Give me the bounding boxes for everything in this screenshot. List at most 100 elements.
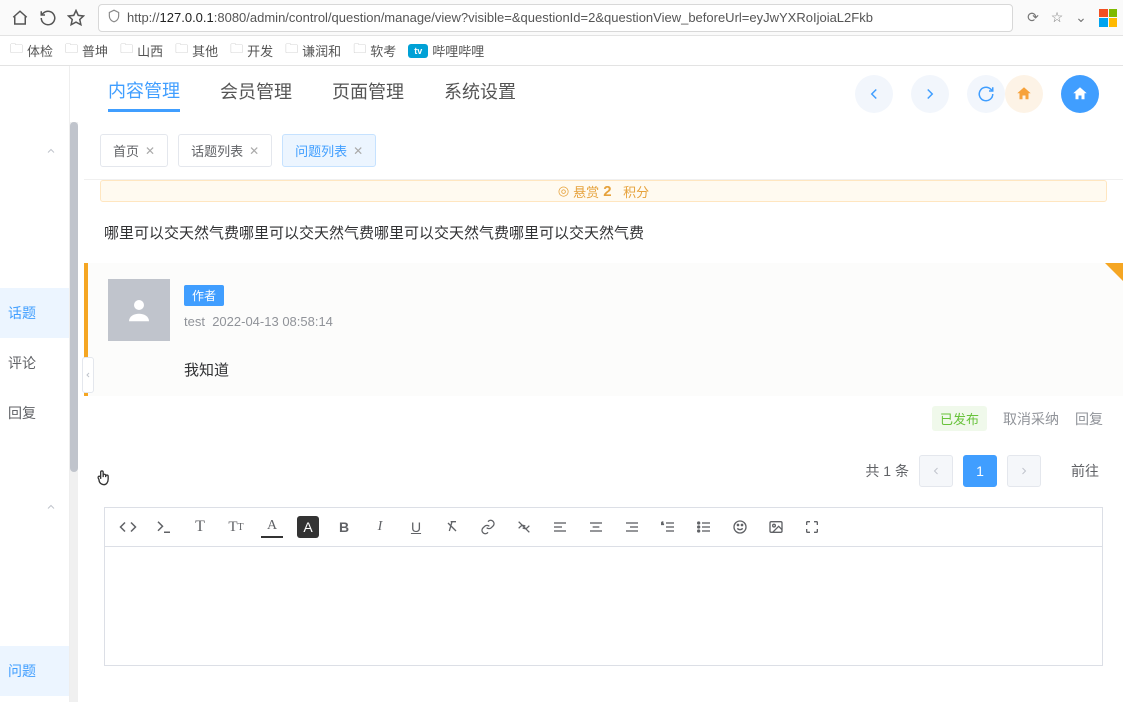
folder-icon: 🗀 [120,40,133,62]
url-host: 127.0.0.1 [160,10,214,25]
bookmark-item[interactable]: 🗀普坤 [65,40,108,62]
bookmark-bilibili[interactable]: tv哔哩哔哩 [408,41,484,60]
view-tab-topic-list[interactable]: 话题列表✕ [178,134,272,167]
main-pane: 内容管理 会员管理 页面管理 系统设置 首页✕ 话题列表✕ 问题列表✕ ◎ [70,66,1123,702]
sidebar-item-question[interactable]: 问题 [0,646,69,696]
link-icon[interactable] [477,516,499,538]
reward-suffix: 积分 [623,182,649,201]
close-icon[interactable]: ✕ [145,144,155,158]
home-icon[interactable] [6,4,34,32]
zoom-icon[interactable]: ⟳ [1021,9,1045,26]
nav-back-button[interactable] [855,75,893,113]
side-rail: 话题 评论 回复 问题 [0,66,70,702]
folder-icon: 🗀 [175,40,188,62]
primary-nav: 内容管理 会员管理 页面管理 系统设置 [84,66,1123,122]
folder-icon: 🗀 [10,40,23,62]
sidebar-item-reply[interactable]: 回复 [0,388,69,438]
view-tab-home[interactable]: 首页✕ [100,134,168,167]
cancel-accept-link[interactable]: 取消采纳 [1003,409,1059,429]
bullet-list-icon[interactable] [693,516,715,538]
sidebar-item-comment[interactable]: 评论 [0,338,69,388]
author-tag: 作者 [184,285,224,306]
home-button[interactable] [1005,75,1043,113]
nav-forward-button[interactable] [911,75,949,113]
underline-icon[interactable]: U [405,516,427,538]
image-icon[interactable] [765,516,787,538]
folder-icon: 🗀 [353,40,366,62]
reward-icon: ◎ [558,183,569,199]
text-icon[interactable]: T [189,516,211,538]
avatar [108,279,170,341]
answer-block: 作者 test 2022-04-13 08:58:14 我知道 [84,263,1123,396]
answer-meta: 作者 test 2022-04-13 08:58:14 [184,279,333,341]
scrollbar-thumb[interactable] [70,122,78,472]
shield-icon [107,9,121,26]
reply-link[interactable]: 回复 [1075,409,1103,429]
answer-time: 2022-04-13 08:58:14 [212,314,333,329]
view-tab-question-list[interactable]: 问题列表✕ [282,134,376,167]
ordered-list-icon[interactable]: 1 [657,516,679,538]
workspace: 话题 评论 回复 问题 内容管理 会员管理 页面管理 系统设置 [0,66,1123,702]
unlink-icon[interactable] [513,516,535,538]
collapse-handle[interactable] [82,357,94,393]
fullscreen-icon[interactable] [801,516,823,538]
pagination-total: 共 1 条 [865,461,909,481]
answer-footer: 已发布 取消采纳 回复 [84,396,1123,441]
folder-icon: 🗀 [230,40,243,62]
dropdown-icon[interactable]: ⌄ [1069,9,1093,26]
code-icon[interactable] [117,516,139,538]
sidebar-item-topic[interactable]: 话题 [0,288,69,338]
refresh-button[interactable] [967,75,1005,113]
italic-icon[interactable]: I [369,516,391,538]
next-page-button[interactable] [1007,455,1041,487]
accepted-flag-icon [1105,263,1123,281]
bookmark-item[interactable]: 🗀开发 [230,40,273,62]
svg-text:1: 1 [661,520,664,525]
bold-icon[interactable]: B [333,516,355,538]
home-alt-button[interactable] [1061,75,1099,113]
bookmark-item[interactable]: 🗀谦润和 [285,40,341,62]
editor-toolbar: T TT A A B I U 1 [104,507,1103,546]
prev-page-button[interactable] [919,455,953,487]
tab-system[interactable]: 系统设置 [444,78,516,110]
tab-page[interactable]: 页面管理 [332,78,404,110]
align-center-icon[interactable] [585,516,607,538]
apps-icon[interactable] [1099,9,1117,27]
tab-content[interactable]: 内容管理 [108,77,180,112]
tab-member[interactable]: 会员管理 [220,78,292,110]
url-prefix: http:// [127,10,160,25]
bookmark-item[interactable]: 🗀软考 [353,40,396,62]
goto-label: 前往 [1071,461,1099,481]
star-icon[interactable] [62,4,90,32]
url-bar[interactable]: http://127.0.0.1:8080/admin/control/ques… [98,4,1013,32]
close-icon[interactable]: ✕ [353,144,363,158]
align-left-icon[interactable] [549,516,571,538]
url-path: :8080/admin/control/question/manage/view… [214,10,873,25]
bilibili-icon: tv [408,44,428,58]
reload-icon[interactable] [34,4,62,32]
bookmark-bar: 🗀体检 🗀普坤 🗀山西 🗀其他 🗀开发 🗀谦润和 🗀软考 tv哔哩哔哩 [0,36,1123,66]
close-icon[interactable]: ✕ [249,144,259,158]
clear-format-icon[interactable] [441,516,463,538]
bookmark-item[interactable]: 🗀体检 [10,40,53,62]
reward-banner: ◎ 悬赏2 积分 [100,180,1107,202]
emoji-icon[interactable] [729,516,751,538]
reward-prefix: 悬赏 [573,182,599,201]
editor-textarea[interactable] [104,546,1103,666]
align-right-icon[interactable] [621,516,643,538]
terminal-icon[interactable] [153,516,175,538]
pagination: 共 1 条 1 前往 [84,441,1123,507]
font-size-icon[interactable]: TT [225,516,247,538]
collapse-icon[interactable] [45,144,57,160]
collapse-icon[interactable] [45,500,57,516]
folder-icon: 🗀 [65,40,78,62]
bookmark-item[interactable]: 🗀其他 [175,40,218,62]
page-1-button[interactable]: 1 [963,455,997,487]
browser-toolbar: http://127.0.0.1:8080/admin/control/ques… [0,0,1123,36]
bookmark-item[interactable]: 🗀山西 [120,40,163,62]
font-color-icon[interactable]: A [261,516,283,538]
fav-icon[interactable]: ☆ [1045,9,1069,26]
answer-user: test [184,314,205,329]
status-badge: 已发布 [932,406,987,431]
bg-color-icon[interactable]: A [297,516,319,538]
